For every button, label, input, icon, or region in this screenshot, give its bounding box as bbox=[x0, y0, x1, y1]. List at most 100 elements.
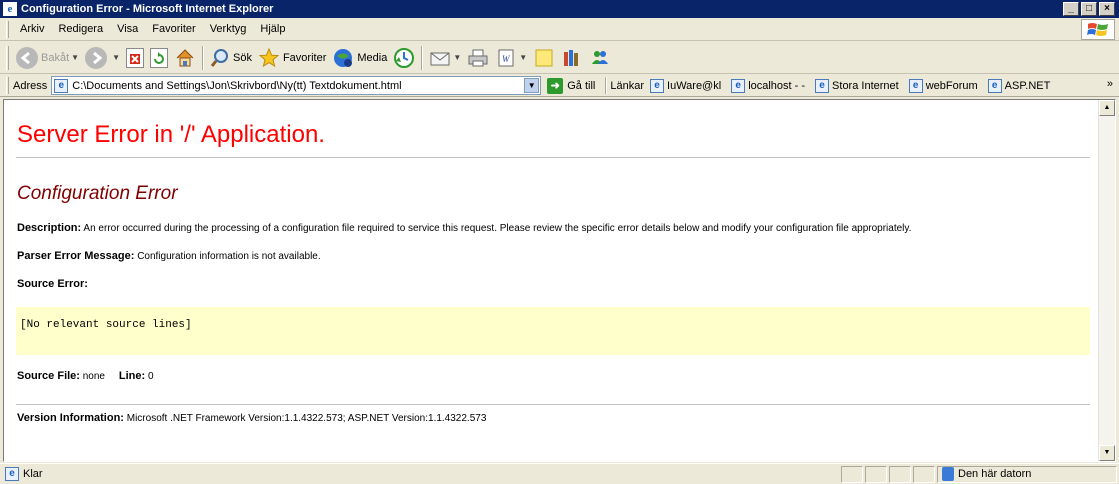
page-icon: e bbox=[815, 78, 830, 93]
forward-button[interactable]: ▼ bbox=[82, 45, 123, 71]
minimize-button[interactable]: _ bbox=[1063, 2, 1079, 16]
address-label: Adress bbox=[13, 79, 48, 92]
history-button[interactable] bbox=[390, 45, 418, 71]
maximize-button[interactable]: □ bbox=[1081, 2, 1097, 16]
print-button[interactable] bbox=[464, 45, 492, 71]
close-button[interactable]: × bbox=[1099, 2, 1115, 16]
address-field[interactable]: e C:\Documents and Settings\Jon\Skrivbor… bbox=[51, 76, 542, 95]
menu-verktyg[interactable]: Verktyg bbox=[203, 23, 254, 35]
stop-button[interactable] bbox=[123, 45, 147, 71]
link-aspnet[interactable]: e ASP.NET bbox=[987, 78, 1051, 93]
link-localhost[interactable]: e localhost - - bbox=[731, 78, 806, 93]
vertical-scrollbar[interactable]: ▲ ▼ bbox=[1098, 100, 1115, 461]
scroll-up-button[interactable]: ▲ bbox=[1099, 100, 1115, 116]
link-iuware[interactable]: e IuWare@kl bbox=[650, 78, 722, 93]
chevron-down-icon[interactable]: ▼ bbox=[453, 53, 461, 62]
link-label: localhost - - bbox=[748, 79, 806, 92]
link-label: IuWare@kl bbox=[667, 79, 722, 92]
go-label: Gå till bbox=[567, 79, 596, 92]
search-label: Sök bbox=[232, 51, 252, 64]
link-stora-internet[interactable]: e Stora Internet bbox=[815, 78, 899, 93]
source-file-info: Source File: none Line: 0 bbox=[16, 370, 1088, 383]
stop-icon bbox=[125, 47, 144, 68]
chevron-down-icon[interactable]: ▼ bbox=[112, 53, 120, 62]
toolbar-separator bbox=[421, 45, 424, 70]
back-button[interactable]: Bakåt ▼ bbox=[13, 45, 82, 71]
discuss-button[interactable] bbox=[530, 45, 558, 71]
back-arrow-icon bbox=[16, 46, 38, 69]
edit-button[interactable]: W ▼ bbox=[492, 45, 530, 71]
ie-icon[interactable]: e bbox=[3, 2, 17, 16]
menu-grip[interactable] bbox=[6, 20, 9, 38]
links-label[interactable]: Länkar bbox=[610, 80, 644, 92]
parser-error-text: Configuration information is not availab… bbox=[137, 251, 321, 262]
error-page: Server Error in '/' Application. Configu… bbox=[4, 100, 1100, 461]
messenger-button[interactable] bbox=[586, 45, 614, 71]
media-button[interactable]: Media bbox=[329, 45, 390, 71]
page-icon: e bbox=[54, 78, 69, 93]
computer-icon bbox=[942, 467, 954, 481]
mail-button[interactable]: ▼ bbox=[426, 45, 464, 71]
status-bar: e Klar Den här datorn bbox=[0, 463, 1119, 484]
description: Description: An error occurred during th… bbox=[16, 222, 1088, 235]
status-pane bbox=[841, 465, 863, 483]
status-text: Klar bbox=[23, 468, 43, 480]
page-title: Server Error in '/' Application. bbox=[17, 121, 325, 148]
menu-visa[interactable]: Visa bbox=[110, 23, 145, 35]
menu-bar: Arkiv Redigera Visa Favoriter Verktyg Hj… bbox=[0, 18, 1119, 41]
star-icon bbox=[258, 47, 280, 69]
link-label: Stora Internet bbox=[832, 79, 899, 92]
browser-viewport: Server Error in '/' Application. Configu… bbox=[3, 99, 1116, 462]
windows-logo-icon bbox=[1081, 19, 1115, 40]
chevron-down-icon[interactable]: ▼ bbox=[519, 53, 527, 62]
search-button[interactable]: Sök bbox=[207, 45, 255, 71]
print-icon bbox=[467, 47, 489, 69]
zone-label: Den här datorn bbox=[958, 468, 1032, 480]
security-zone[interactable]: Den här datorn bbox=[937, 465, 1117, 483]
chevron-down-icon[interactable]: ▼ bbox=[71, 53, 79, 62]
divider bbox=[16, 404, 1090, 405]
menu-favoriter[interactable]: Favoriter bbox=[145, 23, 202, 35]
link-label: webForum bbox=[925, 79, 978, 92]
status-pane bbox=[889, 465, 911, 483]
favorites-button[interactable]: Favoriter bbox=[255, 45, 329, 71]
research-button[interactable] bbox=[558, 45, 586, 71]
scroll-down-button[interactable]: ▼ bbox=[1099, 445, 1115, 461]
refresh-button[interactable] bbox=[147, 45, 171, 71]
address-grip[interactable] bbox=[6, 77, 9, 94]
description-text: An error occurred during the processing … bbox=[83, 223, 912, 234]
refresh-icon bbox=[149, 47, 168, 68]
back-label: Bakåt bbox=[41, 51, 70, 64]
history-icon bbox=[393, 47, 415, 69]
links-overflow-button[interactable]: » bbox=[1107, 78, 1113, 90]
page-icon: e bbox=[650, 78, 665, 93]
favorites-label: Favoriter bbox=[282, 51, 327, 64]
source-file-label: Source File: bbox=[17, 370, 80, 382]
toolbar-grip[interactable] bbox=[6, 45, 9, 70]
parser-error: Parser Error Message: Configuration info… bbox=[16, 250, 1088, 263]
address-bar: Adress e C:\Documents and Settings\Jon\S… bbox=[0, 75, 1119, 97]
source-error: Source Error: bbox=[16, 278, 1088, 291]
parser-error-label: Parser Error Message: bbox=[17, 250, 135, 262]
toolbar-separator bbox=[201, 45, 204, 70]
source-lines: [No relevant source lines] bbox=[20, 319, 192, 331]
error-subheading: Configuration Error bbox=[17, 183, 178, 204]
address-input[interactable]: C:\Documents and Settings\Jon\Skrivbord\… bbox=[72, 80, 524, 92]
go-button[interactable]: ➜ Gå till bbox=[547, 77, 596, 94]
divider bbox=[16, 157, 1090, 158]
status-pane bbox=[865, 465, 887, 483]
search-icon bbox=[210, 47, 230, 69]
menu-hjalp[interactable]: Hjälp bbox=[253, 23, 292, 35]
go-arrow-icon: ➜ bbox=[547, 77, 564, 94]
chevron-down-icon[interactable]: ▼ bbox=[524, 78, 540, 93]
menu-arkiv[interactable]: Arkiv bbox=[13, 23, 51, 35]
page-icon: e bbox=[5, 467, 19, 481]
home-button[interactable] bbox=[171, 45, 199, 71]
version-label: Version Information: bbox=[17, 412, 124, 424]
link-webforum[interactable]: e webForum bbox=[908, 78, 978, 93]
menu-redigera[interactable]: Redigera bbox=[51, 23, 110, 35]
home-icon bbox=[174, 47, 196, 69]
standard-toolbar: Bakåt ▼ ▼ Sök Favoriter Media ▼ W ▼ bbox=[0, 42, 1119, 74]
description-label: Description: bbox=[17, 222, 82, 234]
link-label: ASP.NET bbox=[1004, 79, 1051, 92]
